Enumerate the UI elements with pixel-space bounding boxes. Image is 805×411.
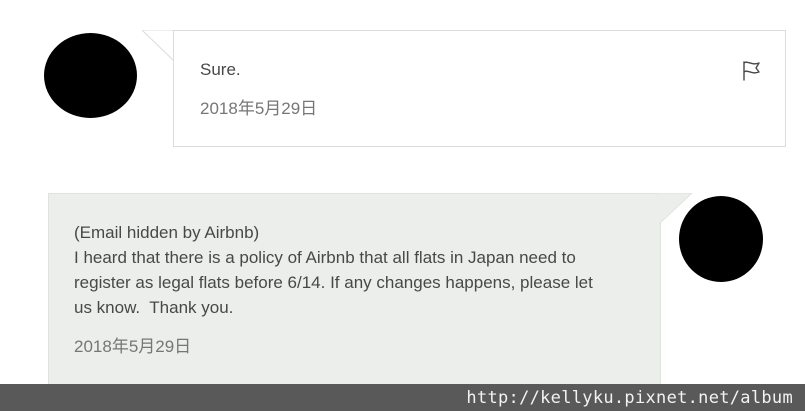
- message-text: (Email hidden by Airbnb) I heard that th…: [74, 220, 644, 320]
- message-date: 2018年5月29日: [200, 99, 318, 118]
- message-text: Sure.: [200, 60, 241, 79]
- message-line: (Email hidden by Airbnb): [74, 223, 260, 242]
- flag-icon[interactable]: [739, 58, 763, 82]
- message-line: register as legal flats before 6/14. If …: [74, 273, 593, 292]
- host-avatar[interactable]: [44, 33, 137, 118]
- message-date: 2018年5月29日: [74, 337, 192, 356]
- watermark-bar: http://kellyku.pixnet.net/album: [0, 384, 805, 411]
- guest-avatar[interactable]: [679, 196, 763, 282]
- watermark-text: http://kellyku.pixnet.net/album: [466, 388, 793, 408]
- message-line: us know. Thank you.: [74, 298, 234, 317]
- guest-message-bubble: (Email hidden by Airbnb) I heard that th…: [48, 193, 661, 393]
- host-bubble-tail: [142, 30, 175, 62]
- message-line: I heard that there is a policy of Airbnb…: [74, 248, 576, 267]
- host-message-bubble: Sure. 2018年5月29日: [173, 30, 786, 147]
